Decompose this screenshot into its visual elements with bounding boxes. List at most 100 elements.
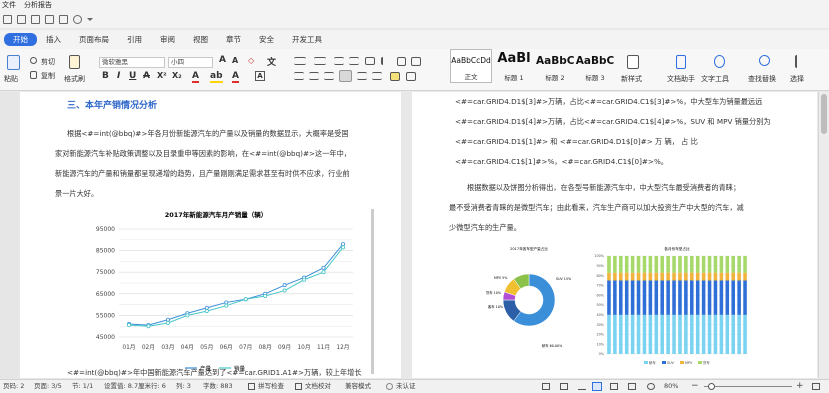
grow-font-button[interactable]: A [219,55,226,65]
tab-chapter[interactable]: 章节 [217,33,250,46]
copy-button[interactable]: 复制 [41,71,55,81]
paste-label[interactable]: 粘贴 [4,74,18,84]
fullscreen-icon[interactable] [542,383,550,390]
pen-icon[interactable] [578,383,586,390]
tab-review[interactable]: 审阅 [151,33,184,46]
status-page-number[interactable]: 页码: 2 [3,380,24,393]
doc-compare-button[interactable]: 文档校对 [305,380,331,393]
zoom-slider[interactable] [704,386,792,387]
text-color-button[interactable]: A [232,71,239,83]
eye-protect-icon[interactable] [647,383,655,390]
superscript-button[interactable]: X² [157,71,167,80]
outline-icon[interactable] [560,383,568,390]
sort-icon[interactable] [381,57,391,65]
auth-status[interactable]: 未认证 [396,380,416,393]
underline-button[interactable]: U [129,71,136,81]
distributed-icon[interactable] [357,72,367,80]
shading-icon[interactable] [390,72,400,81]
document-page-1[interactable]: 三、本年产销情况分析 根据<#=int(@bbq)#>年各月份新能源汽车的产量以… [20,92,401,378]
find-replace-icon[interactable] [759,55,770,66]
font-color-button[interactable]: A [192,71,199,83]
select-button[interactable]: 选择 [790,74,804,84]
font-size-select[interactable]: 小四 [168,57,213,68]
tab-view[interactable]: 视图 [184,33,217,46]
tab-insert[interactable]: 插入 [37,33,70,46]
status-section[interactable]: 节: 1/1 [72,380,93,393]
zoom-in-button[interactable]: + [796,380,804,393]
style-heading2[interactable]: AaBbC 标题 2 [536,49,574,83]
menu-icon[interactable] [3,15,12,24]
scrollbar-thumb[interactable] [821,94,827,134]
align-center-icon[interactable] [309,72,319,80]
document-page-2[interactable]: <#=car.GRID4.D1$[3]#>万辆，占比<#=car.GRID4.C… [412,92,817,378]
status-word-count[interactable]: 字数: 883 [203,380,233,393]
chinese-layout-icon[interactable] [365,57,375,65]
new-style-button[interactable]: 新样式 [621,74,642,84]
find-replace-button[interactable]: 查找替换 [748,74,776,84]
page-view-icon[interactable] [592,382,602,391]
zoom-out-button[interactable]: − [691,380,699,393]
tab-security[interactable]: 安全 [250,33,283,46]
highlight-button[interactable]: ab [210,71,223,83]
doc-helper-button[interactable]: 文档助手 [667,74,695,84]
save-icon[interactable] [17,15,26,24]
paste-icon[interactable] [7,55,20,70]
print-icon[interactable] [31,15,40,24]
status-row[interactable]: 行: 6 [151,380,166,393]
shrink-font-button[interactable]: A [232,56,238,65]
clear-format-button[interactable]: ◇ [248,56,254,65]
bold-button[interactable]: B [102,71,109,81]
doc-compare-icon[interactable] [295,383,302,390]
undo-icon[interactable] [73,15,82,24]
align-right-icon[interactable] [324,72,334,80]
format-painter-label[interactable]: 格式刷 [64,74,85,84]
chart-scrollbar[interactable] [371,209,374,374]
doc-helper-icon[interactable] [676,55,686,69]
select-icon[interactable] [795,55,804,68]
tab-home[interactable]: 开始 [4,33,37,46]
status-column[interactable]: 列: 3 [176,380,191,393]
style-heading3[interactable]: AaBbC 标题 3 [575,49,615,83]
vertical-scrollbar[interactable] [818,92,829,378]
indent-icon[interactable] [349,57,359,65]
export-icon[interactable] [59,15,68,24]
spell-check-button[interactable]: 拼写检查 [258,380,284,393]
zoom-slider-thumb[interactable] [708,383,715,390]
menu-analysis-report[interactable]: 分析报告 [24,0,52,11]
border-icon[interactable] [411,57,421,66]
status-setting[interactable]: 设置值: 8.7厘米 [104,380,151,393]
read-view-icon[interactable] [628,383,636,390]
align-left-icon[interactable] [294,72,304,80]
tab-page-layout[interactable]: 页面布局 [70,33,118,46]
italic-button[interactable]: I [117,71,120,81]
print-preview-icon[interactable] [45,15,54,24]
new-style-icon[interactable] [627,55,639,69]
cut-icon[interactable] [30,57,37,64]
text-tools-button[interactable]: 文字工具 [701,74,729,84]
menu-file[interactable]: 文件 [2,0,16,11]
phonetic-button[interactable]: 文 [267,55,276,68]
tab-references[interactable]: 引用 [118,33,151,46]
copy-icon[interactable] [30,71,37,79]
borders-icon[interactable] [406,72,416,81]
line-spacing-icon[interactable] [372,72,382,80]
justify-icon[interactable] [339,70,352,82]
spell-check-icon[interactable] [248,383,255,390]
numbering-icon[interactable] [314,57,326,65]
format-painter-icon[interactable] [69,55,80,69]
subscript-button[interactable]: X₂ [172,71,182,80]
zoom-level[interactable]: 80% [664,380,678,393]
fit-page-icon[interactable] [812,383,820,390]
web-view-icon[interactable] [610,383,618,390]
style-heading1[interactable]: AaBl 标题 1 [494,49,534,83]
cut-button[interactable]: 剪切 [41,57,55,67]
status-pages[interactable]: 页面: 3/5 [34,380,62,393]
strikethrough-button[interactable]: A [143,71,150,81]
undo-dropdown-icon[interactable] [87,18,93,21]
font-family-select[interactable]: 微软雅黑 [99,57,165,68]
show-marks-icon[interactable] [397,57,406,66]
style-normal[interactable]: AaBbCcDd 正文 [450,49,492,83]
tab-developer[interactable]: 开发工具 [283,33,331,46]
outdent-icon[interactable] [334,57,344,65]
char-border-button[interactable]: A [255,71,265,81]
